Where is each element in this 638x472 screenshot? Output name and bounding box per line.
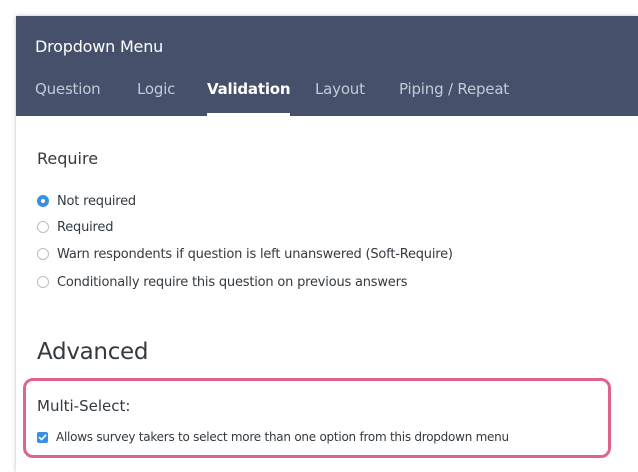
radio-label: Required <box>57 219 114 235</box>
editor-title: Dropdown Menu <box>35 37 164 56</box>
multi-select-label: Multi-Select: <box>37 397 131 415</box>
multi-select-checkbox-label: Allows survey takers to select more than… <box>56 430 509 444</box>
radio-unchecked-icon[interactable] <box>37 248 49 260</box>
radio-unchecked-icon[interactable] <box>37 221 49 233</box>
editor-header: Dropdown Menu Question Logic Validation … <box>16 16 638 116</box>
radio-label: Not required <box>57 193 136 209</box>
advanced-heading: Advanced <box>37 339 149 365</box>
multi-select-option[interactable]: Allows survey takers to select more than… <box>37 428 509 446</box>
radio-label: Warn respondents if question is left una… <box>57 246 453 262</box>
checkbox-checked-icon[interactable] <box>37 431 48 443</box>
radio-checked-icon[interactable] <box>37 195 49 207</box>
radio-label: Conditionally require this question on p… <box>57 274 408 290</box>
question-editor-panel: Dropdown Menu Question Logic Validation … <box>16 16 638 472</box>
radio-not-required[interactable]: Not required <box>37 191 136 211</box>
radio-unchecked-icon[interactable] <box>37 276 49 288</box>
tab-question[interactable]: Question <box>35 80 101 98</box>
checkmark-icon <box>38 433 47 440</box>
tab-layout[interactable]: Layout <box>315 80 365 98</box>
require-heading: Require <box>37 149 99 168</box>
multi-select-highlight <box>23 378 611 458</box>
radio-soft-require[interactable]: Warn respondents if question is left una… <box>37 244 453 264</box>
editor-tabs: Question Logic Validation Layout Piping … <box>16 76 638 116</box>
active-tab-indicator <box>207 113 290 116</box>
tab-piping-repeat[interactable]: Piping / Repeat <box>399 80 509 98</box>
tab-validation[interactable]: Validation <box>207 80 291 98</box>
radio-conditionally-require[interactable]: Conditionally require this question on p… <box>37 272 408 292</box>
radio-required[interactable]: Required <box>37 217 113 237</box>
tab-logic[interactable]: Logic <box>137 80 175 98</box>
